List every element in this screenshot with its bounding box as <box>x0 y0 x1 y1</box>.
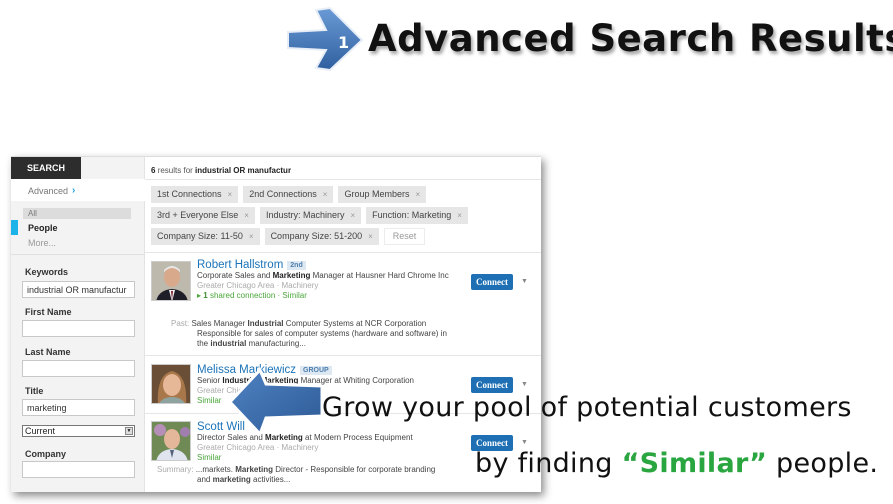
filter-chip[interactable]: 1st Connections × <box>151 186 239 203</box>
person-photo-icon <box>152 365 190 403</box>
more-options-caret-icon[interactable]: ▼ <box>521 278 528 285</box>
connect-button[interactable]: Connect <box>471 274 513 290</box>
result-name-link[interactable]: Robert Hallstrom 2nd <box>197 259 467 271</box>
result-summary-snippet: Summary: ...markets. Marketing Director … <box>157 465 436 484</box>
keywords-input[interactable] <box>22 281 135 298</box>
remove-filter-icon[interactable]: × <box>415 186 420 203</box>
more-options-caret-icon[interactable]: ▼ <box>521 381 528 388</box>
person-photo-icon <box>152 262 190 300</box>
result-location: Greater Chicago Area · Machinery <box>197 281 319 290</box>
remove-filter-icon[interactable]: × <box>323 186 328 203</box>
active-filters: 1st Connections × 2nd Connections × Group Me… <box>151 186 481 249</box>
filter-chip[interactable]: Group Members × <box>338 186 427 203</box>
search-sidebar: SEARCH Advanced › All People More... Key… <box>11 157 145 492</box>
avatar[interactable] <box>151 261 191 301</box>
type-filter-more[interactable]: More... <box>28 238 56 248</box>
tagline-line-2: by finding “Similar” people. <box>475 448 879 479</box>
title-label: Title <box>25 386 44 396</box>
last-name-label: Last Name <box>25 347 71 357</box>
callout-arrow-icon <box>227 367 324 437</box>
result-count: 6 results for industrial OR manufactur <box>151 166 292 175</box>
result-past-snippet: Past: Sales Manager Industrial Computer … <box>171 319 447 348</box>
avatar[interactable] <box>151 421 191 461</box>
reset-filters-button[interactable]: Reset <box>383 228 426 245</box>
filter-chip[interactable]: Company Size: 11-50 × <box>151 228 260 245</box>
similar-highlight: “Similar” <box>621 448 768 479</box>
divider <box>145 252 541 253</box>
more-options-caret-icon[interactable]: ▼ <box>521 439 528 446</box>
type-filter-all[interactable]: All <box>23 208 131 219</box>
title-input[interactable] <box>22 399 135 416</box>
filter-chip[interactable]: 3rd + Everyone Else × <box>151 207 255 224</box>
company-input[interactable] <box>22 461 135 478</box>
results-main: 6 results for industrial OR manufactur 1… <box>145 157 541 492</box>
remove-filter-icon[interactable]: × <box>244 207 249 224</box>
filter-chip[interactable]: Industry: Machinery × <box>259 207 362 224</box>
chevron-right-icon: › <box>72 185 76 196</box>
first-name-label: First Name <box>25 307 72 317</box>
first-name-input[interactable] <box>22 320 135 337</box>
dropdown-arrow-icon: ▼ <box>125 427 133 435</box>
divider <box>145 179 541 180</box>
selected-indicator <box>11 220 18 235</box>
type-filter-people[interactable]: People <box>28 223 58 233</box>
step-arrow-icon: 1 <box>287 6 364 72</box>
connection-degree-badge: 2nd <box>287 260 306 270</box>
connect-button[interactable]: Connect <box>471 377 513 393</box>
filter-chip[interactable]: Function: Marketing × <box>366 207 468 224</box>
remove-filter-icon[interactable]: × <box>249 228 254 245</box>
similar-link[interactable]: Similar <box>197 453 467 463</box>
result-headline: Corporate Sales and Marketing Manager at… <box>197 271 449 280</box>
slide-title: Advanced Search Results <box>368 17 893 60</box>
result-query: industrial OR manufactur <box>195 166 292 175</box>
filter-chip[interactable]: 2nd Connections × <box>243 186 334 203</box>
remove-filter-icon[interactable]: × <box>228 186 233 203</box>
search-results-screenshot: SEARCH Advanced › All People More... Key… <box>11 156 541 492</box>
remove-filter-icon[interactable]: × <box>457 207 462 224</box>
title-scope-select[interactable]: Current ▼ <box>22 425 135 437</box>
search-tab[interactable]: SEARCH <box>11 157 81 179</box>
last-name-input[interactable] <box>22 360 135 377</box>
divider <box>11 254 145 255</box>
remove-filter-icon[interactable]: × <box>368 228 373 245</box>
result-location: Greater Chicago Area · Machinery <box>197 443 319 452</box>
step-number: 1 <box>338 33 349 52</box>
advanced-search-link[interactable]: Advanced › <box>28 185 75 196</box>
tagline-line-1: Grow your pool of potential customers <box>322 392 852 423</box>
keywords-label: Keywords <box>25 267 69 277</box>
remove-filter-icon[interactable]: × <box>351 207 356 224</box>
shared-connections-link[interactable]: ▸ 1 shared connection · Similar <box>197 291 467 301</box>
person-photo-icon <box>152 422 190 460</box>
avatar[interactable] <box>151 364 191 404</box>
company-label: Company <box>25 449 67 459</box>
divider <box>145 355 541 356</box>
filter-chip[interactable]: Company Size: 51-200 × <box>264 228 379 245</box>
